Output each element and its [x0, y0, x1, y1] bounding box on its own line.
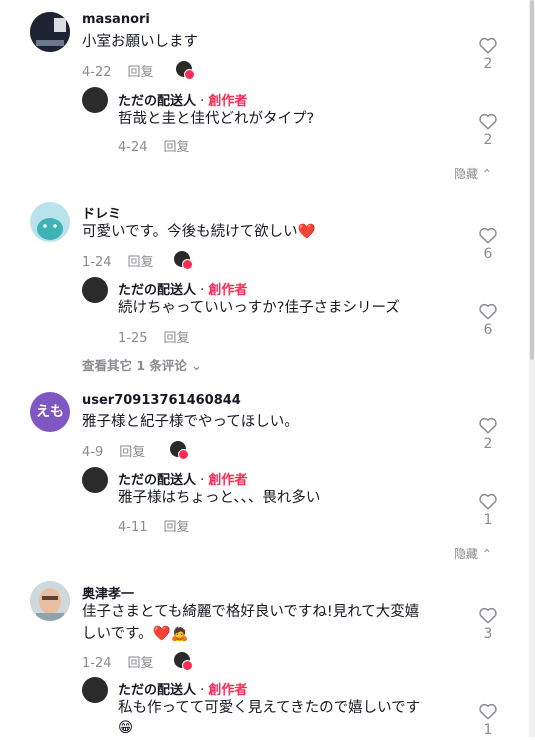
reply-button[interactable]: 回复	[128, 656, 154, 671]
chevron-up-icon: ⌃	[481, 547, 492, 561]
reply-button[interactable]: 回复	[164, 140, 190, 155]
creator-liked-icon	[176, 61, 195, 80]
scrollbar-thumb[interactable]	[530, 0, 534, 360]
like-button[interactable]: 1	[476, 702, 500, 738]
creator-liked-icon	[174, 251, 193, 270]
comment-meta: 1-24 回复	[82, 251, 154, 270]
reply-text: 😁	[118, 720, 134, 736]
heart-outline-icon[interactable]	[478, 226, 498, 244]
hide-replies-button[interactable]: 隐藏 ⌃	[454, 165, 492, 182]
heart-outline-icon[interactable]	[478, 112, 498, 130]
avatar[interactable]: えも	[30, 392, 70, 432]
like-count: 2	[483, 132, 493, 148]
avatar[interactable]	[82, 87, 108, 113]
comment-meta: 1-24 回复	[82, 652, 154, 671]
reply-button[interactable]: 回复	[164, 520, 190, 535]
hide-replies-button[interactable]: 隐藏 ⌃	[454, 545, 492, 562]
reply-text: 続けちゃっていいっすか?佳子さまシリーズ	[118, 300, 400, 316]
avatar[interactable]	[82, 467, 108, 493]
reply-button[interactable]: 回复	[164, 331, 190, 346]
avatar[interactable]	[82, 277, 108, 303]
reply-meta: 4-24 回复	[118, 136, 190, 155]
scrollbar[interactable]	[529, 0, 535, 737]
view-more-replies-button[interactable]: 查看其它 1 条评论 ⌄	[82, 355, 202, 374]
comment-text: しいです。❤️🙇	[82, 626, 189, 642]
reply-button[interactable]: 回复	[128, 65, 154, 80]
like-button[interactable]: 1	[476, 492, 500, 528]
like-count: 3	[483, 626, 493, 642]
reply-button[interactable]: 回复	[119, 445, 145, 460]
like-count: 6	[483, 246, 493, 262]
like-count: 1	[483, 722, 493, 738]
heart-outline-icon[interactable]	[478, 416, 498, 434]
reply-text: 哲哉と圭と佳代どれがタイプ?	[118, 111, 315, 127]
comment-text: 可愛いです。今後も続けて欲しい❤️	[82, 224, 316, 240]
like-count: 1	[483, 512, 493, 528]
reply-meta: 4-11 回复	[118, 516, 190, 535]
like-count: 2	[483, 56, 493, 72]
like-button[interactable]: 6	[476, 226, 500, 262]
comment-text: 佳子さまとても綺麗で格好良いですね!見れて大変嬉	[82, 604, 420, 620]
like-button[interactable]: 6	[476, 302, 500, 338]
like-button[interactable]: 2	[476, 112, 500, 148]
reply-date: 1-25	[118, 331, 148, 346]
avatar[interactable]	[30, 202, 70, 242]
creator-liked-icon	[170, 441, 189, 460]
username[interactable]: user70913761460844	[82, 393, 241, 408]
reply-button[interactable]: 回复	[128, 255, 154, 270]
reply-date: 4-24	[118, 140, 148, 155]
like-count: 2	[483, 436, 493, 452]
avatar[interactable]	[82, 677, 108, 703]
heart-outline-icon[interactable]	[478, 302, 498, 320]
reply-text: 私も作ってて可愛く見えてきたので嬉しいです	[118, 700, 421, 716]
heart-outline-icon[interactable]	[478, 606, 498, 624]
like-button[interactable]: 3	[476, 606, 500, 642]
reply-text: 雅子様はちょっと、、、畏れ多い	[118, 490, 321, 506]
comment-date: 4-22	[82, 65, 112, 80]
comment-meta: 4-9 回复	[82, 441, 145, 460]
comment-date: 4-9	[82, 445, 104, 460]
reply-date: 4-11	[118, 520, 148, 535]
chevron-down-icon: ⌄	[191, 358, 202, 373]
comment-text: 小室お願いします	[82, 34, 198, 50]
comment-text: 雅子様と紀子様でやってほしい。	[82, 414, 299, 430]
reply-meta: 1-25 回复	[118, 327, 190, 346]
like-count: 6	[483, 322, 493, 338]
avatar[interactable]	[30, 581, 70, 621]
comment-date: 1-24	[82, 255, 112, 270]
heart-outline-icon[interactable]	[478, 702, 498, 720]
comment-date: 1-24	[82, 656, 112, 671]
avatar[interactable]	[30, 12, 70, 52]
username[interactable]: masanori	[82, 12, 150, 27]
creator-liked-icon	[174, 652, 193, 671]
comment-meta: 4-22 回复	[82, 61, 154, 80]
heart-outline-icon[interactable]	[478, 36, 498, 54]
heart-outline-icon[interactable]	[478, 492, 498, 510]
like-button[interactable]: 2	[476, 36, 500, 72]
like-button[interactable]: 2	[476, 416, 500, 452]
chevron-up-icon: ⌃	[481, 167, 492, 181]
